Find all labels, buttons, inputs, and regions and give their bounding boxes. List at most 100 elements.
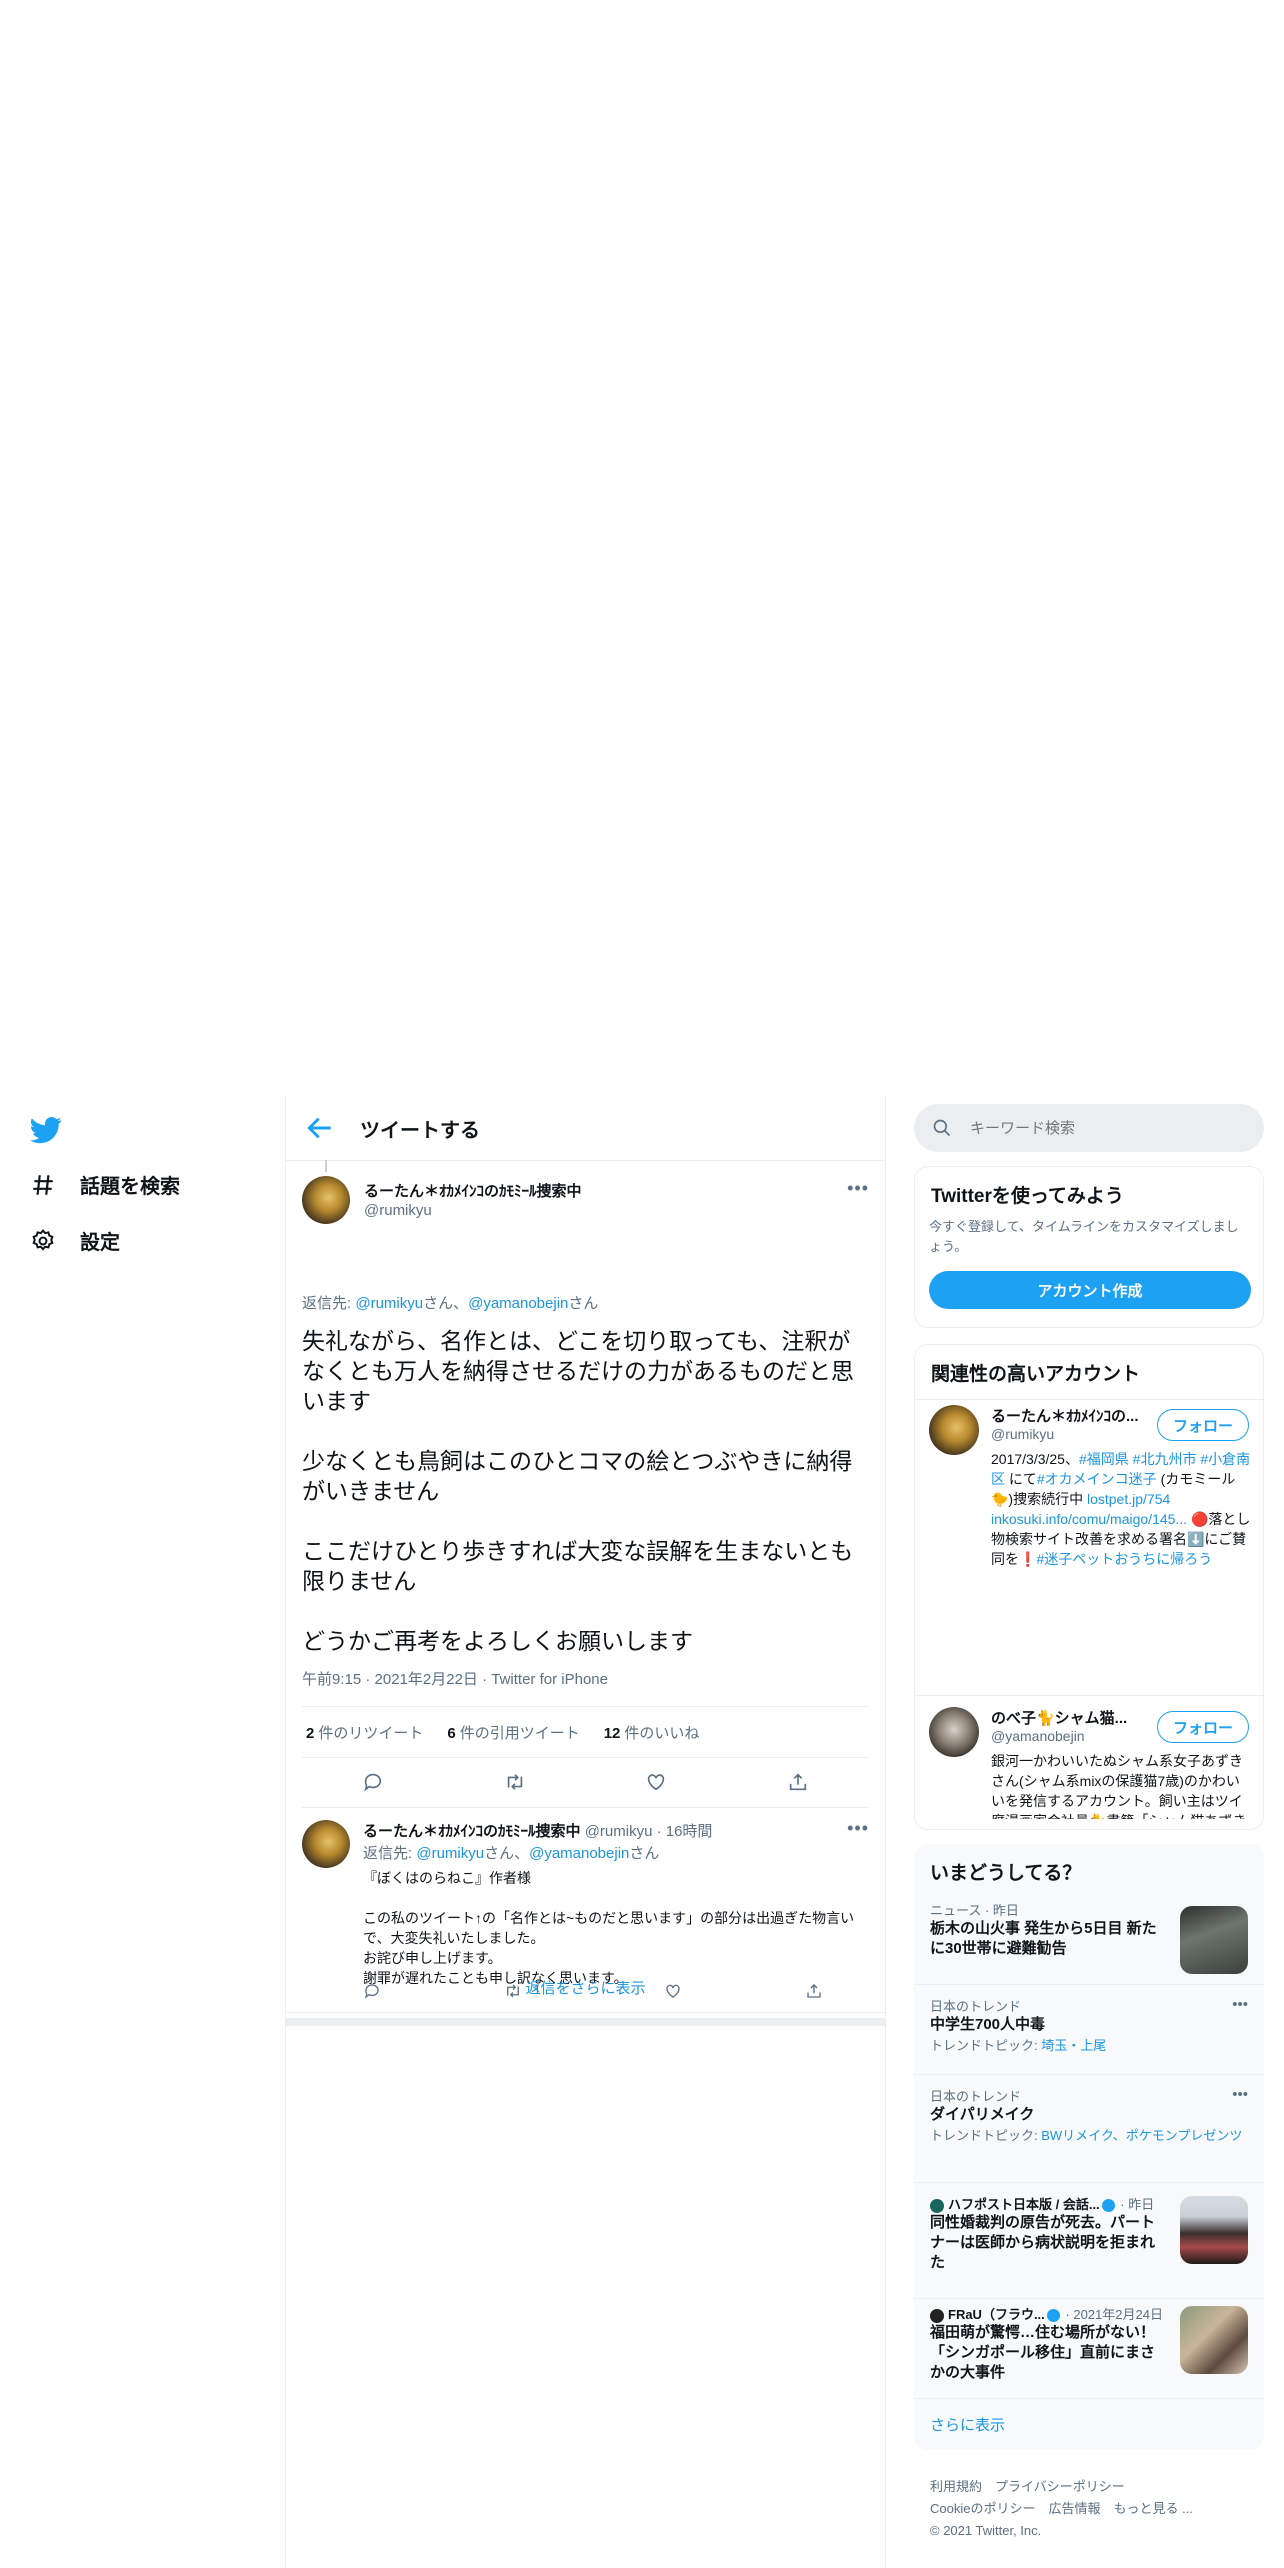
- trend-time: · 2021年2月24日: [1061, 2307, 1163, 2322]
- more-options-icon[interactable]: •••: [847, 1818, 869, 1839]
- account-handle: @rumikyu: [991, 1426, 1055, 1442]
- reply-to-suffix: さん、: [484, 1845, 530, 1862]
- trend-title: 福田萌が驚愕…住む場所がない！「シンガポール移住」直前にまさかの大事件: [930, 2324, 1156, 2381]
- trend-topic-link[interactable]: 埼玉・上尾: [1041, 2038, 1106, 2053]
- quote-count: 6: [447, 1724, 456, 1742]
- retweet-count-label: 件のリツイート: [318, 1724, 424, 1742]
- trend-source: ハフポスト日本版 / 会話...: [948, 2197, 1100, 2212]
- copyright: © 2021 Twitter, Inc.: [930, 2523, 1042, 2538]
- account-name[interactable]: のべ子🐈シャム猫...: [991, 1707, 1141, 1728]
- bio-text: にて: [1005, 1471, 1037, 1487]
- trends-title: いまどうしてる？: [930, 1863, 1082, 1884]
- page-title: ツイートする: [360, 1119, 480, 1142]
- trend-title: 同性婚裁判の原告が死去。パートナーは医師から病状説明を拒まれた: [930, 2214, 1156, 2271]
- related-accounts-card: 関連性の高いアカウント るーたん＊ｵｶﾒｲﾝｺの... @rumikyu フォロ…: [914, 1344, 1264, 1830]
- footer-links[interactable]: 利用規約 プライバシーポリシー: [930, 2476, 1193, 2498]
- trend-thumbnail: [1180, 1906, 1248, 1974]
- hashtag-link[interactable]: #北九州市: [1133, 1451, 1197, 1467]
- trend-title: 中学生700人中毒: [930, 2016, 1046, 2033]
- reply-icon[interactable]: [362, 1771, 384, 1793]
- trend-meta: 日本のトレンド: [930, 1999, 1022, 2014]
- signup-title: Twitterを使ってみよう: [931, 1186, 1124, 1207]
- search-icon: [933, 1119, 951, 1137]
- trends-panel: いまどうしてる？ ニュース · 昨日 栃木の山火事 発生から5日目 新たに30世…: [914, 1844, 1264, 2450]
- retweet-icon[interactable]: [504, 1771, 526, 1793]
- reply-to: 返信先: @rumikyuさん、@yamanobejinさん: [302, 1292, 598, 1313]
- avatar[interactable]: [302, 1176, 350, 1224]
- bio-text: 2017/3/3/25、: [991, 1451, 1079, 1467]
- twitter-logo-icon[interactable]: [30, 1114, 62, 1146]
- tweet-author-name[interactable]: るーたん＊ｵｶﾒｲﾝｺのｶﾓﾐｰﾙ捜索中: [364, 1180, 582, 1201]
- trend-item[interactable]: 日本のトレンド ダイパリメイク トレンドトピック: BWリメイク、ポケモンプレゼ…: [930, 2086, 1248, 2144]
- tweet-author-handle[interactable]: @rumikyu: [364, 1202, 432, 1219]
- more-options-icon[interactable]: •••: [1232, 1996, 1248, 2013]
- search-input[interactable]: [968, 1118, 1232, 1138]
- account-handle: @yamanobejin: [991, 1728, 1085, 1744]
- quote-count-link[interactable]: 6 件の引用ツイート: [443, 1722, 579, 1743]
- verified-badge-icon: [1046, 2309, 1060, 2323]
- avatar[interactable]: [302, 1820, 350, 1868]
- follow-button[interactable]: フォロー: [1157, 1711, 1249, 1743]
- reply-to-prefix: 返信先:: [363, 1845, 417, 1862]
- show-more-trends-link[interactable]: さらに表示: [930, 2414, 1005, 2435]
- trend-meta: 日本のトレンド: [930, 2089, 1022, 2104]
- related-title: 関連性の高いアカウント: [931, 1364, 1141, 1385]
- tweet-timestamp[interactable]: 午前9:15 · 2021年2月22日 · Twitter for iPhone: [302, 1668, 608, 1689]
- like-count: 12: [603, 1724, 621, 1742]
- retweet-count-link[interactable]: 2 件のリツイート: [302, 1722, 423, 1743]
- retweet-count: 2: [306, 1724, 315, 1742]
- url-link[interactable]: inkosuki.info/comu/maigo/145...: [991, 1511, 1187, 1527]
- more-options-icon[interactable]: •••: [847, 1178, 869, 1199]
- reply-to: 返信先: @rumikyuさん、@yamanobejinさん: [363, 1842, 659, 1863]
- footer-links[interactable]: Cookieのポリシー 広告情報 もっと見る ...: [930, 2498, 1193, 2520]
- tweet-text: 失礼ながら、名作とは、どこを切り取っても、注釈がなくとも万人を納得させるだけの力…: [302, 1328, 854, 1654]
- trend-time: · 昨日: [1116, 2197, 1155, 2212]
- reply-to-suffix: さん、: [423, 1295, 469, 1312]
- hashtag-link[interactable]: #迷子ペットおうちに帰ろう: [1036, 1551, 1212, 1567]
- trend-thumbnail: [1180, 2306, 1248, 2374]
- reply-handle-time: @rumikyu · 16時間: [584, 1823, 713, 1840]
- share-icon[interactable]: [787, 1771, 809, 1793]
- tweet-actions: [302, 1757, 869, 1808]
- reply-to-user-link[interactable]: @yamanobejin: [468, 1295, 568, 1312]
- url-link[interactable]: lostpet.jp/754: [1087, 1491, 1170, 1507]
- account-bio: 2017/3/3/25、#福岡県 #北九州市 #小倉南区 にて#オカメインコ迷子…: [991, 1449, 1251, 1569]
- main-header: ツイートする: [286, 1096, 885, 1161]
- reply-author-name[interactable]: るーたん＊ｵｶﾒｲﾝｺのｶﾓﾐｰﾙ捜索中: [363, 1823, 581, 1840]
- hashtag-link[interactable]: #福岡県: [1079, 1451, 1129, 1467]
- trend-title: 栃木の山火事 発生から5日目 新たに30世帯に避難勧告: [930, 1920, 1157, 1957]
- reply-header: るーたん＊ｵｶﾒｲﾝｺのｶﾓﾐｰﾙ捜索中 @rumikyu · 16時間: [363, 1820, 712, 1841]
- create-account-button[interactable]: アカウント作成: [929, 1271, 1251, 1309]
- nav-explore[interactable]: 話題を検索: [30, 1170, 180, 1199]
- trend-topic-link[interactable]: BWリメイク、ポケモンプレゼンツ: [1041, 2128, 1242, 2143]
- follow-button[interactable]: フォロー: [1157, 1409, 1249, 1441]
- trend-sub-prefix: トレンドトピック:: [930, 2038, 1042, 2053]
- account-name[interactable]: るーたん＊ｵｶﾒｲﾝｺの...: [991, 1405, 1141, 1426]
- footer: 利用規約 プライバシーポリシー Cookieのポリシー 広告情報 もっと見る .…: [930, 2476, 1193, 2542]
- reply-to-user-link[interactable]: @rumikyu: [355, 1295, 423, 1312]
- hashtag-icon: [33, 1174, 53, 1195]
- thread-line: [325, 1160, 327, 1172]
- avatar[interactable]: [929, 1707, 979, 1757]
- like-count-link[interactable]: 12 件のいいね: [600, 1722, 700, 1743]
- gear-icon: [32, 1228, 54, 1251]
- signup-description: 今すぐ登録して、タイムラインをカスタマイズしましょう。: [929, 1219, 1239, 1254]
- tweet-stats: 2 件のリツイート 6 件の引用ツイート 12 件のいいね: [302, 1706, 869, 1758]
- search-bar[interactable]: [914, 1104, 1264, 1152]
- hashtag-link[interactable]: #オカメインコ迷子: [1037, 1471, 1157, 1487]
- signup-card: Twitterを使ってみよう 今すぐ登録して、タイムラインをカスタマイズしましょ…: [914, 1166, 1264, 1328]
- show-more-replies-button[interactable]: 返信をさらに表示: [286, 1962, 885, 2013]
- source-logo-icon: [930, 2308, 944, 2323]
- reply-to-user-link[interactable]: @rumikyu: [416, 1845, 484, 1862]
- more-options-icon[interactable]: •••: [1232, 2086, 1248, 2103]
- like-icon[interactable]: [645, 1771, 667, 1793]
- reply-to-prefix: 返信先:: [302, 1295, 356, 1312]
- back-arrow-icon[interactable]: [304, 1112, 336, 1144]
- avatar[interactable]: [929, 1405, 979, 1455]
- nav-settings[interactable]: 設定: [30, 1226, 120, 1255]
- reply-to-user-link[interactable]: @yamanobejin: [529, 1845, 629, 1862]
- reply-to-suffix: さん: [629, 1845, 660, 1862]
- trend-item[interactable]: 日本のトレンド 中学生700人中毒 トレンドトピック: 埼玉・上尾: [930, 1996, 1248, 2054]
- like-count-label: 件のいいね: [624, 1724, 700, 1742]
- account-bio: 銀河一かわいいたぬシャム系女子あずきさん(シャム系mixの保護猫7歳)のかわいい…: [991, 1753, 1246, 1819]
